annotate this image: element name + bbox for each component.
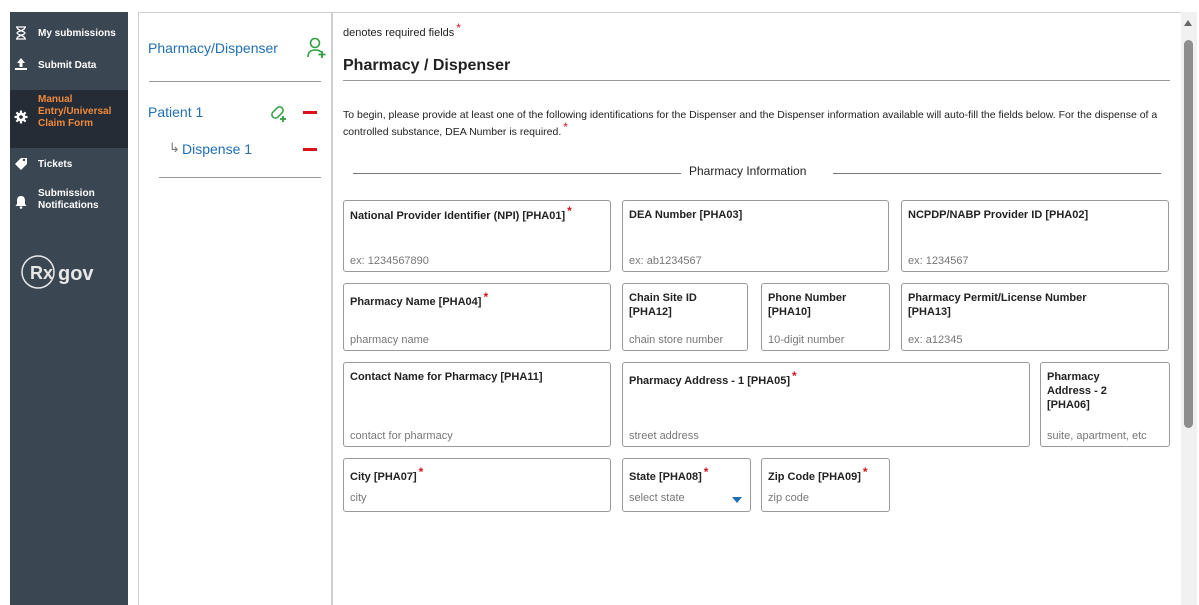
remove-patient-button[interactable] [303,111,317,114]
npi-field[interactable]: National Provider Identifier (NPI) [PHA0… [343,200,611,272]
tree-pharmacy-link[interactable]: Pharmacy/Dispenser [148,40,278,56]
scroll-up-arrow-icon[interactable] [1184,20,1192,26]
required-star: * [862,465,868,479]
npi-label: National Provider Identifier (NPI) [PHA0… [350,204,606,223]
dea-label: DEA Number [PHA03] [629,209,743,221]
state-label: State [PHA08] * [629,465,746,484]
section-title: Pharmacy Information [689,164,807,178]
pharmacy-name-label-text: Pharmacy Name [PHA04] [350,296,482,308]
bell-icon [14,195,28,209]
nav-my-submissions[interactable]: My submissions [10,26,128,46]
required-star: * [456,21,461,35]
nav-manual-entry[interactable]: Manual Entry/Universal Claim Form [10,90,128,148]
gear-icon [14,110,28,124]
side-nav: My submissions Submit Data Manual Entry/… [10,12,128,605]
address2-placeholder: suite, apartment, etc [1047,430,1147,442]
address2-field[interactable]: Pharmacy Address - 2 [PHA06] suite, apar… [1040,362,1170,447]
address2-label: Pharmacy Address - 2 [PHA06] [1047,371,1107,411]
address1-placeholder: street address [629,430,699,442]
contact-label: Contact Name for Pharmacy [PHA11] [350,371,543,383]
add-person-icon[interactable] [307,37,327,59]
zip-placeholder: zip code [768,492,809,504]
zip-field[interactable]: Zip Code [PHA09] * zip code [761,458,890,512]
contact-placeholder: contact for pharmacy [350,430,453,442]
page-title: Pharmacy / Dispenser [343,57,511,74]
section-line-left [353,173,681,174]
form-panel: denotes required fields * Pharmacy / Disp… [332,12,1197,605]
nav-label: Manual Entry/Universal Claim Form [38,94,112,129]
ncpdp-placeholder: ex: 1234567 [908,255,969,267]
phone-placeholder: 10-digit number [768,334,845,346]
tree-patient-link[interactable]: Patient 1 [148,104,203,120]
nav-submission-notifications[interactable]: Submission Notifications [10,188,128,218]
chain-site-placeholder: chain store number [629,334,724,346]
pharmacy-name-label: Pharmacy Name [PHA04] * [350,290,606,309]
dea-placeholder: ex: ab1234567 [629,255,702,267]
dea-field[interactable]: DEA Number [PHA03] ex: ab1234567 [622,200,889,272]
npi-placeholder: ex: 1234567890 [350,255,429,267]
city-label-text: City [PHA07] [350,471,417,483]
tree-arrow: ↳ [169,140,180,155]
nav-submit-data[interactable]: Submit Data [10,57,128,77]
nav-label: Submission Notifications [38,188,99,211]
required-legend-text: denotes required fields [343,27,455,39]
chain-site-label: Chain Site ID [PHA12] [629,292,697,318]
city-label: City [PHA07] * [350,465,606,484]
tree-divider [149,81,321,82]
zip-label: Zip Code [PHA09] * [768,465,885,484]
address1-label: Pharmacy Address - 1 [PHA05] * [629,369,1025,388]
required-legend: denotes required fields * [343,21,461,39]
phone-field[interactable]: Phone Number [PHA10] 10-digit number [761,283,890,351]
permit-label: Pharmacy Permit/License Number [PHA13] [908,292,1087,318]
ticket-icon [14,156,28,170]
phone-label: Phone Number [PHA10] [768,292,847,318]
intro-body: To begin, please provide at least one of… [343,109,1158,138]
npi-label-text: National Provider Identifier (NPI) [PHA0… [350,210,566,222]
svg-text:gov: gov [58,263,94,285]
svg-text:Rx: Rx [30,263,53,283]
intro-text: To begin, please provide at least one of… [343,107,1173,140]
pharmacy-name-placeholder: pharmacy name [350,334,429,346]
nav-label: Submit Data [38,60,97,71]
hourglass-icon [14,26,28,40]
required-star: * [567,204,572,218]
address1-label-text: Pharmacy Address - 1 [PHA05] [629,375,790,387]
nav-label: Tickets [38,159,73,170]
state-placeholder: select state [629,492,685,504]
vertical-scrollbar[interactable] [1181,12,1197,605]
ncpdp-label: NCPDP/NABP Provider ID [PHA02] [908,209,1089,221]
add-pill-icon[interactable] [269,103,289,123]
contact-field[interactable]: Contact Name for Pharmacy [PHA11] contac… [343,362,611,447]
tree-dispense-link[interactable]: Dispense 1 [182,141,252,157]
nav-tickets[interactable]: Tickets [10,156,128,176]
title-divider [343,80,1170,81]
section-line-right [833,173,1161,174]
city-field[interactable]: City [PHA07] * city [343,458,611,512]
state-select[interactable]: State [PHA08] * select state [622,458,751,512]
address1-field[interactable]: Pharmacy Address - 1 [PHA05] * street add… [622,362,1030,447]
required-star: * [563,120,568,134]
chain-site-field[interactable]: Chain Site ID [PHA12] chain store number [622,283,748,351]
required-star: * [483,290,489,304]
pharmacy-name-field[interactable]: Pharmacy Name [PHA04] * pharmacy name [343,283,611,351]
permit-field[interactable]: Pharmacy Permit/License Number [PHA13] e… [901,283,1169,351]
scroll-thumb[interactable] [1184,40,1193,428]
required-star: * [792,369,797,383]
zip-label-text: Zip Code [PHA09] [768,471,861,483]
state-label-text: State [PHA08] [629,471,702,483]
upload-icon [14,57,28,71]
required-star: * [418,465,424,479]
ncpdp-field[interactable]: NCPDP/NABP Provider ID [PHA02] ex: 12345… [901,200,1169,272]
city-placeholder: city [350,492,367,504]
nav-label: My submissions [38,28,116,39]
entry-tree-panel: Pharmacy/Dispenser Patient 1 ↳ Dispense … [138,12,332,605]
rxgov-logo: Rx gov [18,252,118,292]
remove-dispense-button[interactable] [303,148,317,151]
tree-divider [159,177,321,178]
required-star: * [703,465,709,479]
permit-placeholder: ex: a12345 [908,334,963,346]
chevron-down-icon[interactable] [732,497,742,503]
